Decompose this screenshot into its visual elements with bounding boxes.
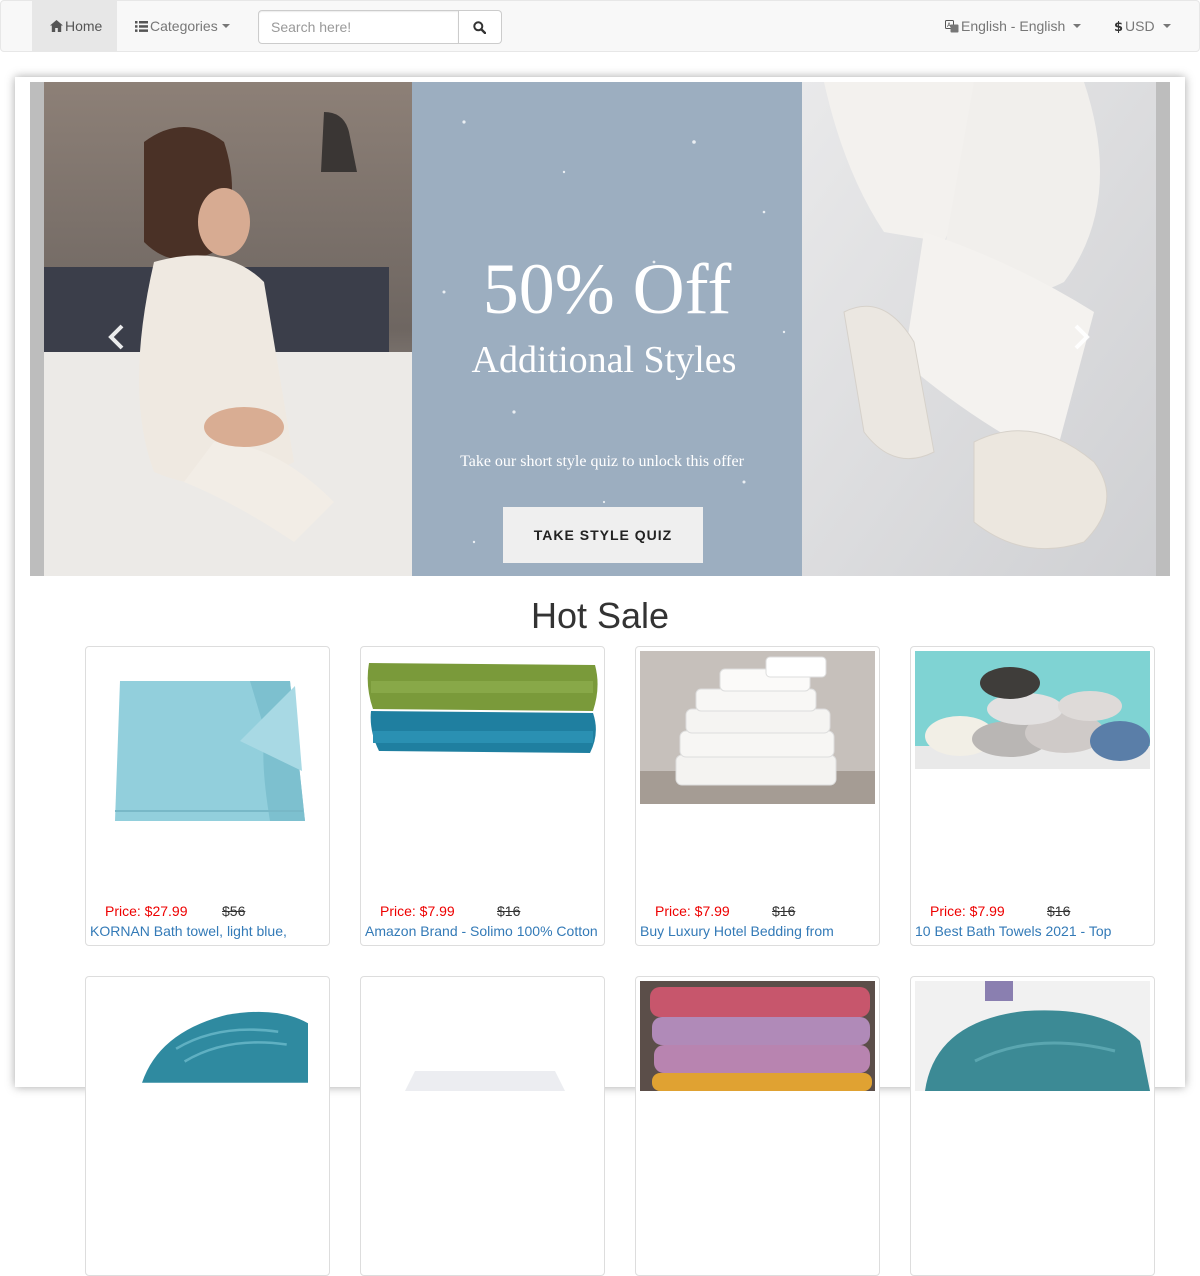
banner-headline: 50% Off xyxy=(483,249,732,329)
caret-down-icon xyxy=(1073,24,1082,28)
carousel-prev-button[interactable] xyxy=(102,322,132,352)
search-input[interactable] xyxy=(258,10,459,44)
product-old-price: $16 xyxy=(497,903,521,919)
product-image[interactable] xyxy=(365,981,600,1091)
carousel-next-button[interactable] xyxy=(1066,322,1096,352)
product-card[interactable]: Price: $7.99 $16 Buy Luxury Hotel Beddin… xyxy=(635,646,880,946)
search-form xyxy=(258,10,502,44)
product-image[interactable] xyxy=(90,651,325,886)
language-label: English - English xyxy=(961,18,1066,34)
product-old-price: $16 xyxy=(1047,903,1071,919)
product-image[interactable] xyxy=(640,981,875,1091)
product-price: Price: $27.99 xyxy=(105,903,188,919)
chevron-right-icon xyxy=(1074,324,1090,350)
main-panel: 50% Off Additional Styles Take our short… xyxy=(15,77,1185,1276)
banner-subheadline: Additional Styles xyxy=(472,339,737,381)
product-title-link[interactable]: KORNAN Bath towel, light blue, xyxy=(90,923,328,939)
nav-home[interactable]: Home xyxy=(32,1,117,51)
product-card[interactable] xyxy=(910,976,1155,1276)
hot-sale-title: Hot Sale xyxy=(530,595,670,636)
currency-dropdown[interactable]: $ USD xyxy=(1113,1,1171,51)
price-row: Price: $7.99 $16 xyxy=(655,903,875,919)
search-button[interactable] xyxy=(459,10,502,44)
product-price: Price: $7.99 xyxy=(655,903,730,919)
caret-down-icon xyxy=(221,24,230,28)
product-image[interactable] xyxy=(365,651,600,786)
product-card[interactable] xyxy=(360,976,605,1276)
product-card[interactable]: Price: $7.99 $16 10 Best Bath Towels 202… xyxy=(910,646,1155,946)
product-title-link[interactable]: Buy Luxury Hotel Bedding from xyxy=(640,923,878,939)
price-row: Price: $27.99 $56 xyxy=(105,903,325,919)
product-card[interactable] xyxy=(635,976,880,1276)
product-image[interactable] xyxy=(640,651,875,804)
banner-cta-label: TAKE STYLE QUIZ xyxy=(534,527,672,543)
product-title-link[interactable]: 10 Best Bath Towels 2021 - Top xyxy=(915,923,1153,939)
price-row: Price: $7.99 $16 xyxy=(380,903,600,919)
product-price: Price: $7.99 xyxy=(380,903,455,919)
list-icon xyxy=(134,19,148,33)
nav-categories-label: Categories xyxy=(150,18,218,34)
banner-tagline: Take our short style quiz to unlock this… xyxy=(460,453,745,470)
product-price: Price: $7.99 xyxy=(930,903,1005,919)
language-dropdown[interactable]: A English - English xyxy=(945,1,1082,51)
product-card[interactable]: Price: $7.99 $16 Amazon Brand - Solimo 1… xyxy=(360,646,605,946)
product-title-link[interactable]: Amazon Brand - Solimo 100% Cotton xyxy=(365,923,603,939)
banner-center-panel xyxy=(412,82,802,576)
top-navbar: Home Categories A English - English $ US… xyxy=(0,0,1200,52)
currency-label: USD xyxy=(1125,18,1155,34)
product-old-price: $16 xyxy=(772,903,796,919)
product-old-price: $56 xyxy=(222,903,246,919)
product-card[interactable]: Price: $27.99 $56 KORNAN Bath towel, lig… xyxy=(85,646,330,946)
banner-image[interactable]: 50% Off Additional Styles Take our short… xyxy=(44,82,1156,576)
dollar-icon: $ xyxy=(1113,19,1123,33)
caret-down-icon xyxy=(1162,24,1171,28)
search-icon xyxy=(472,20,486,34)
home-icon xyxy=(49,19,63,33)
svg-text:$: $ xyxy=(1114,20,1123,33)
product-image[interactable] xyxy=(108,981,308,1091)
nav-home-label: Home xyxy=(65,18,103,34)
product-card[interactable] xyxy=(85,976,330,1276)
language-icon: A xyxy=(945,19,959,33)
product-image[interactable] xyxy=(915,651,1150,769)
product-image[interactable] xyxy=(915,981,1150,1091)
nav-categories-dropdown[interactable]: Categories xyxy=(117,1,243,51)
banner-carousel: 50% Off Additional Styles Take our short… xyxy=(30,82,1170,576)
price-row: Price: $7.99 $16 xyxy=(930,903,1150,919)
chevron-left-icon xyxy=(108,324,124,350)
